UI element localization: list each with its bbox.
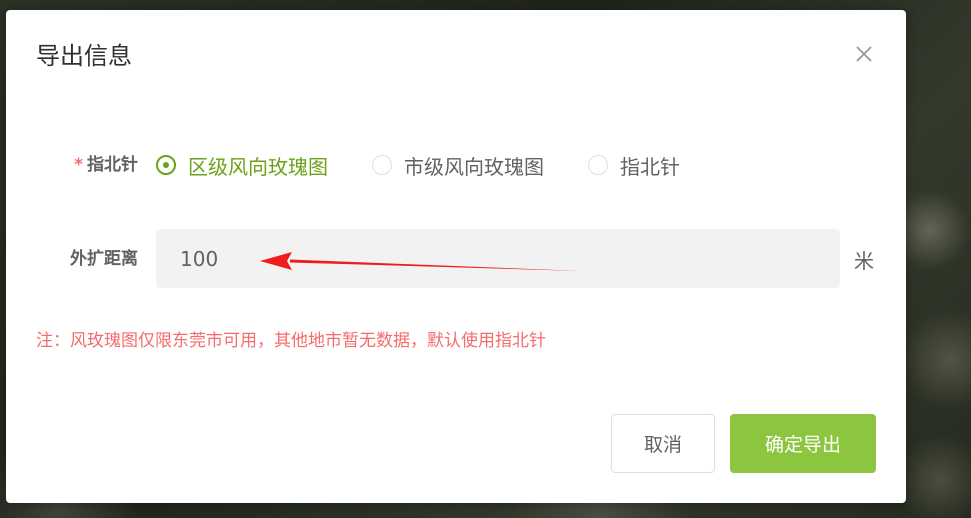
close-icon [856,46,872,62]
note-text: 注：风玫瑰图仅限东莞市可用，其他地市暂无数据，默认使用指北针 [36,331,546,351]
dialog-title: 导出信息 [36,42,132,70]
distance-input-wrapper [156,229,840,288]
confirm-export-button[interactable]: 确定导出 [730,414,876,473]
radio-label: 指北针 [620,154,680,179]
type-label-text: 指北针 [87,155,138,175]
radio-label: 区级风向玫瑰图 [188,154,328,179]
radio-label: 市级风向玫瑰图 [404,154,544,179]
radio-checked-icon [156,155,176,175]
type-radio-group: 区级风向玫瑰图 市级风向玫瑰图 指北针 [156,151,724,180]
radio-district-wind-rose[interactable]: 区级风向玫瑰图 [156,151,328,180]
close-button[interactable] [852,42,876,66]
radio-unchecked-icon [588,155,608,175]
distance-label: 外扩距离 [70,249,138,269]
export-dialog: 导出信息 * 指北针 区级风向玫瑰图 市级风向玫瑰图 指北针 外扩距离 100 … [6,10,906,503]
type-label: * 指北针 [6,153,138,177]
radio-unchecked-icon [372,155,392,175]
distance-unit: 米 [854,249,874,273]
radio-compass[interactable]: 指北针 [588,151,680,180]
required-mark: * [74,155,83,175]
type-form-row: * 指北针 区级风向玫瑰图 市级风向玫瑰图 指北针 [6,151,906,180]
radio-city-wind-rose[interactable]: 市级风向玫瑰图 [372,151,544,180]
cancel-button[interactable]: 取消 [611,414,715,473]
distance-input[interactable] [178,245,818,272]
